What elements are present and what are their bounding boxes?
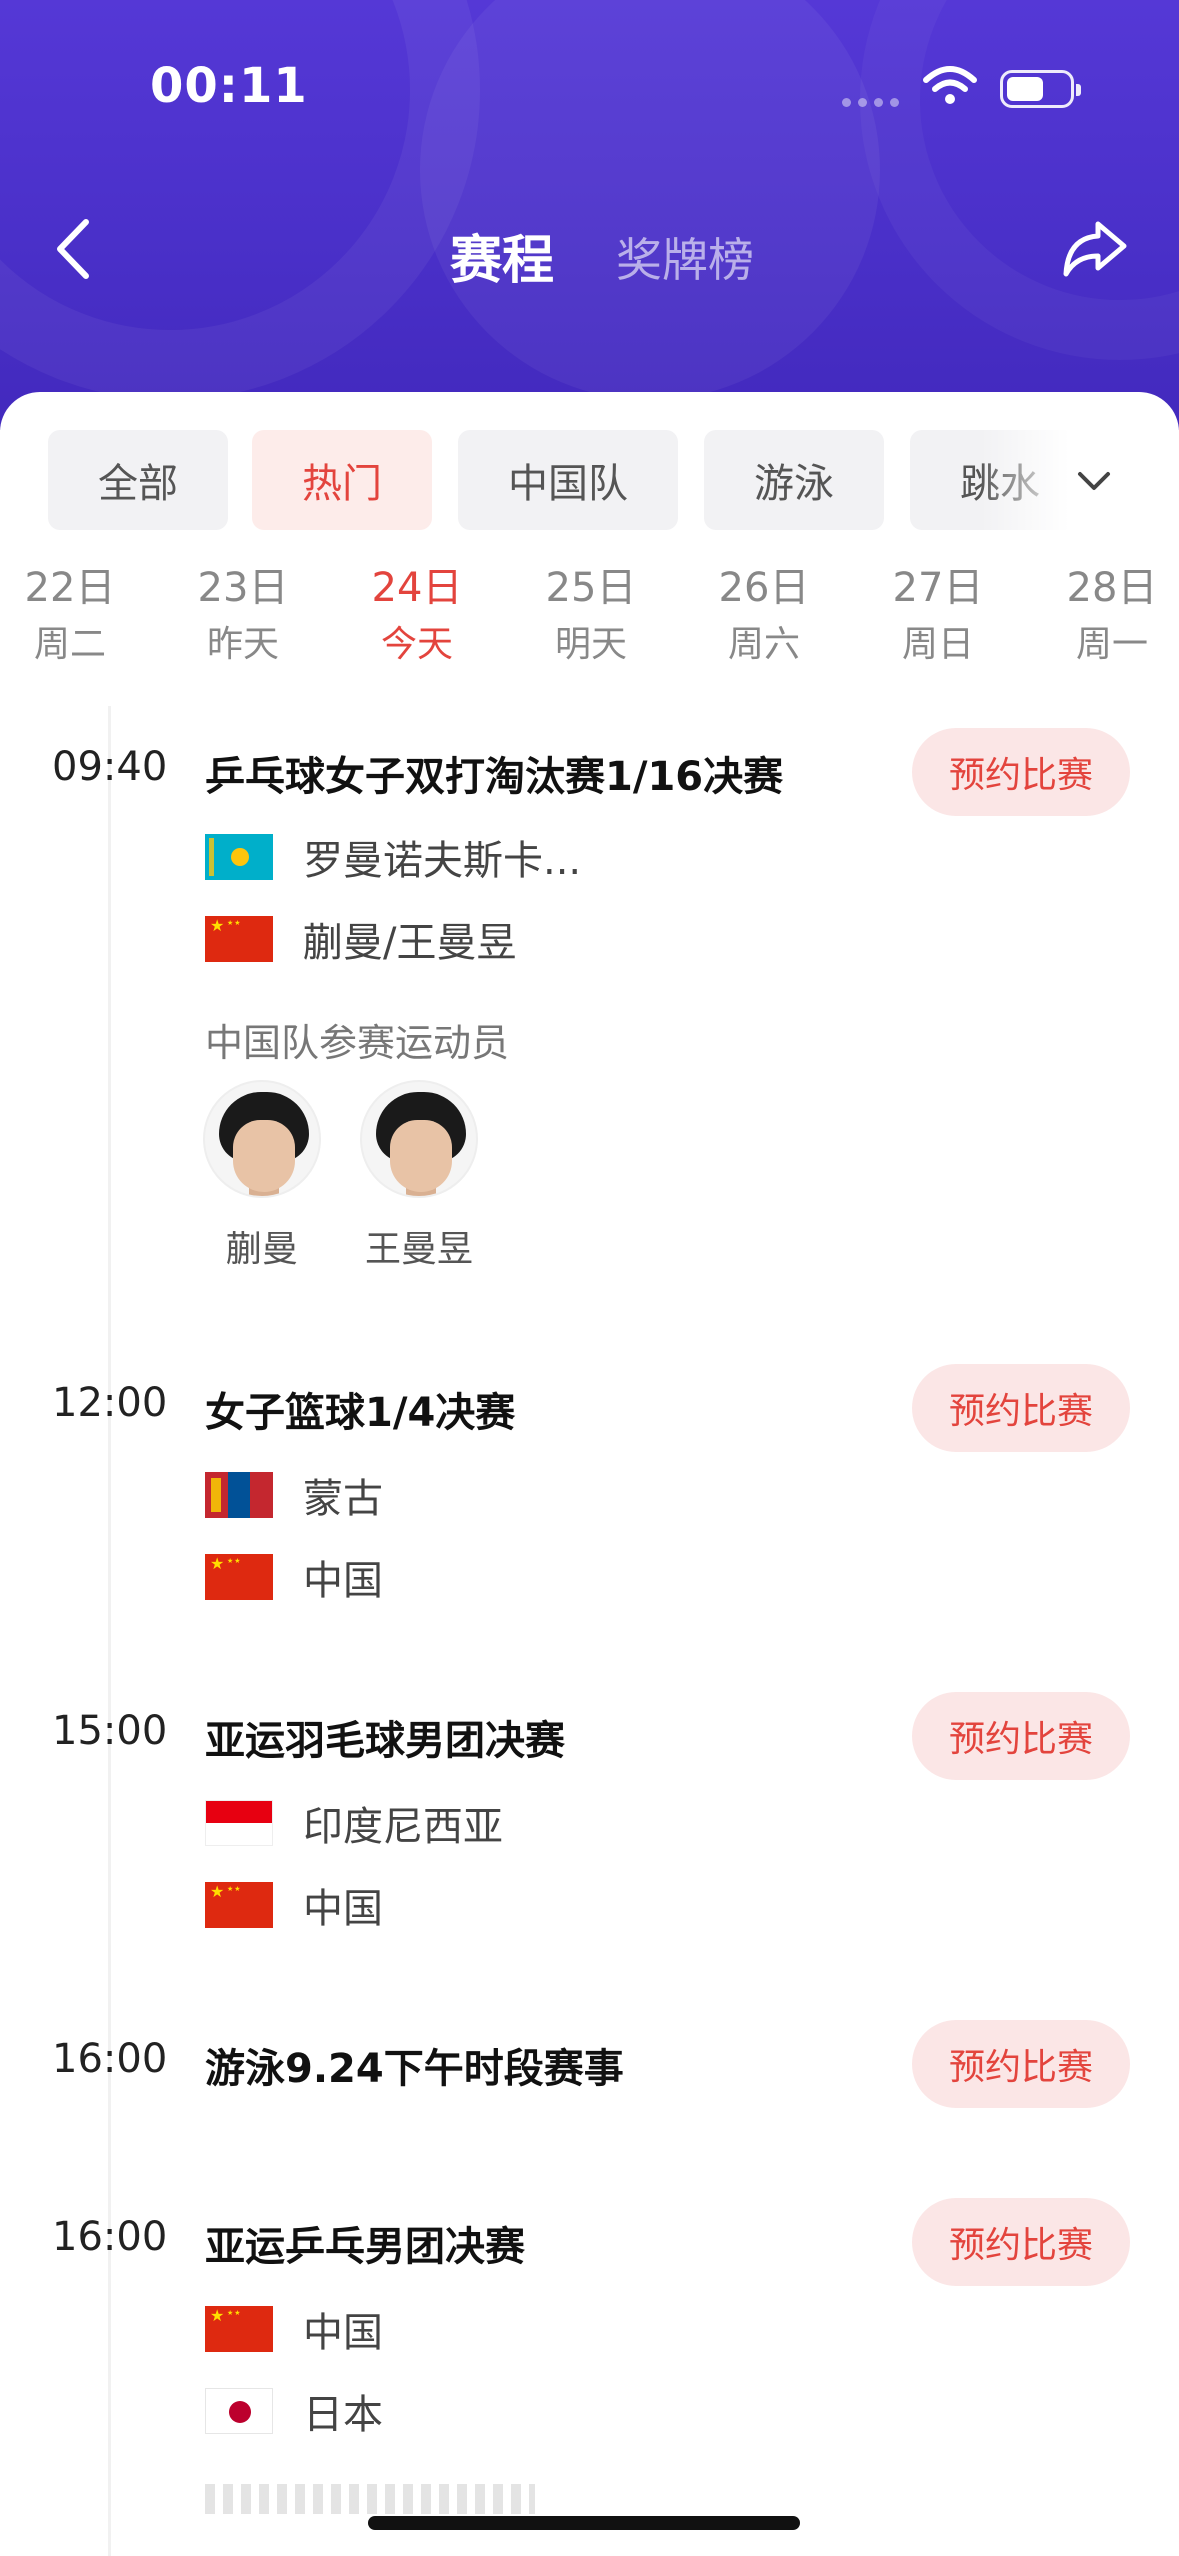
mongolia-flag-icon xyxy=(205,1472,273,1518)
date-weekday: 周六 xyxy=(727,624,800,665)
team-name: 蒯曼/王曼昱 xyxy=(303,920,517,966)
indonesia-flag-icon xyxy=(205,1800,273,1846)
team-row: 中国 xyxy=(205,1880,383,1932)
date-item[interactable]: 28日 周一 xyxy=(1052,560,1172,674)
date-weekday: 昨天 xyxy=(206,624,279,665)
athlete-card[interactable]: 王曼昱 xyxy=(354,1080,484,1272)
team-name: 中国 xyxy=(303,1558,383,1604)
share-icon[interactable] xyxy=(1058,212,1132,282)
china-flag-icon xyxy=(205,916,273,962)
reserve-match-button[interactable]: 预约比赛 xyxy=(912,1692,1130,1780)
china-flag-icon xyxy=(205,1554,273,1600)
event-title[interactable]: 女子篮球1/4决赛 xyxy=(205,1380,515,1438)
date-day: 28日 xyxy=(1066,565,1158,611)
date-day: 25日 xyxy=(545,565,637,611)
tab-schedule[interactable]: 赛程 xyxy=(450,218,554,293)
event-time: 16:00 xyxy=(52,2036,168,2082)
team-row: 罗曼诺夫斯卡... xyxy=(205,832,581,884)
event-title[interactable]: 游泳9.24下午时段赛事 xyxy=(205,2036,624,2094)
date-day: 22日 xyxy=(24,565,116,611)
back-icon[interactable] xyxy=(48,214,98,284)
filter-chip-swimming[interactable]: 游泳 xyxy=(704,430,884,530)
china-flag-icon xyxy=(205,2306,273,2352)
event-title[interactable]: 亚运乒乓男团决赛 xyxy=(205,2214,525,2272)
timeline-line xyxy=(108,706,111,2556)
schedule-page: 00:11 赛程 奖牌榜 全部 热门 中国队 游泳 跳水 xyxy=(0,0,1179,2556)
athlete-name: 王曼昱 xyxy=(364,1229,473,1270)
team-row: 中国 xyxy=(205,2304,383,2356)
status-bar-time: 00:11 xyxy=(150,58,308,114)
team-name: 日本 xyxy=(303,2392,383,2438)
team-row: 印度尼西亚 xyxy=(205,1798,503,1850)
event-time: 12:00 xyxy=(52,1380,168,1426)
date-day: 27日 xyxy=(892,565,984,611)
date-item[interactable]: 26日 周六 xyxy=(704,560,824,674)
header-decoration xyxy=(420,0,880,400)
battery-icon xyxy=(1000,70,1081,108)
status-icons xyxy=(842,62,1092,112)
reserve-match-button[interactable]: 预约比赛 xyxy=(912,728,1130,816)
filter-chip-all[interactable]: 全部 xyxy=(48,430,228,530)
date-weekday: 周二 xyxy=(33,624,106,665)
date-item[interactable]: 23日 昨天 xyxy=(183,560,303,674)
team-row: 蒙古 xyxy=(205,1470,383,1522)
team-row: 蒯曼/王曼昱 xyxy=(205,914,516,966)
filter-chip-hot[interactable]: 热门 xyxy=(252,430,432,530)
kazakhstan-flag-icon xyxy=(205,834,273,880)
team-row: 日本 xyxy=(205,2386,383,2438)
date-weekday: 今天 xyxy=(380,624,453,665)
filter-chip-china-team[interactable]: 中国队 xyxy=(458,430,678,530)
team-name: 中国 xyxy=(303,2310,383,2356)
header-decoration xyxy=(860,0,1179,360)
date-day: 26日 xyxy=(718,565,810,611)
reserve-match-button[interactable]: 预约比赛 xyxy=(912,1364,1130,1452)
date-weekday: 周一 xyxy=(1075,624,1148,665)
event-time: 15:00 xyxy=(52,1708,168,1754)
date-weekday: 周日 xyxy=(901,624,974,665)
team-name: 中国 xyxy=(303,1886,383,1932)
date-item[interactable]: 25日 明天 xyxy=(531,560,651,674)
tab-medal-table[interactable]: 奖牌榜 xyxy=(616,224,754,290)
date-item-today[interactable]: 24日 今天 xyxy=(357,560,477,674)
wifi-icon xyxy=(923,66,977,104)
athlete-card[interactable]: 蒯曼 xyxy=(197,1080,327,1272)
next-section-peek xyxy=(205,2484,535,2514)
chevron-down-icon[interactable] xyxy=(1074,462,1114,502)
athlete-avatar xyxy=(360,1080,478,1198)
date-weekday: 明天 xyxy=(554,624,627,665)
athletes-section-label: 中国队参赛运动员 xyxy=(205,1021,510,1065)
date-item[interactable]: 27日 周日 xyxy=(878,560,998,674)
athlete-avatar xyxy=(203,1080,321,1198)
team-name: 印度尼西亚 xyxy=(303,1804,503,1850)
team-name: 蒙古 xyxy=(303,1476,383,1522)
event-time: 16:00 xyxy=(52,2214,168,2260)
date-day: 23日 xyxy=(197,565,289,611)
signal-icon xyxy=(842,98,899,107)
china-flag-icon xyxy=(205,1882,273,1928)
team-row: 中国 xyxy=(205,1552,383,1604)
event-time: 09:40 xyxy=(52,744,168,790)
athlete-name: 蒯曼 xyxy=(225,1229,298,1270)
japan-flag-icon xyxy=(205,2388,273,2434)
team-name: 罗曼诺夫斯卡... xyxy=(303,838,582,884)
date-day: 24日 xyxy=(371,565,463,611)
date-item[interactable]: 22日 周二 xyxy=(10,560,130,674)
header: 00:11 赛程 奖牌榜 xyxy=(0,0,1179,430)
date-selector: 22日 周二 23日 昨天 24日 今天 25日 明天 26日 周六 27日 周… xyxy=(0,560,1179,680)
reserve-match-button[interactable]: 预约比赛 xyxy=(912,2020,1130,2108)
home-indicator[interactable] xyxy=(368,2516,800,2530)
event-title[interactable]: 亚运羽毛球男团决赛 xyxy=(205,1708,565,1766)
reserve-match-button[interactable]: 预约比赛 xyxy=(912,2198,1130,2286)
event-title[interactable]: 乒乓球女子双打淘汰赛1/16决赛 xyxy=(205,744,783,802)
